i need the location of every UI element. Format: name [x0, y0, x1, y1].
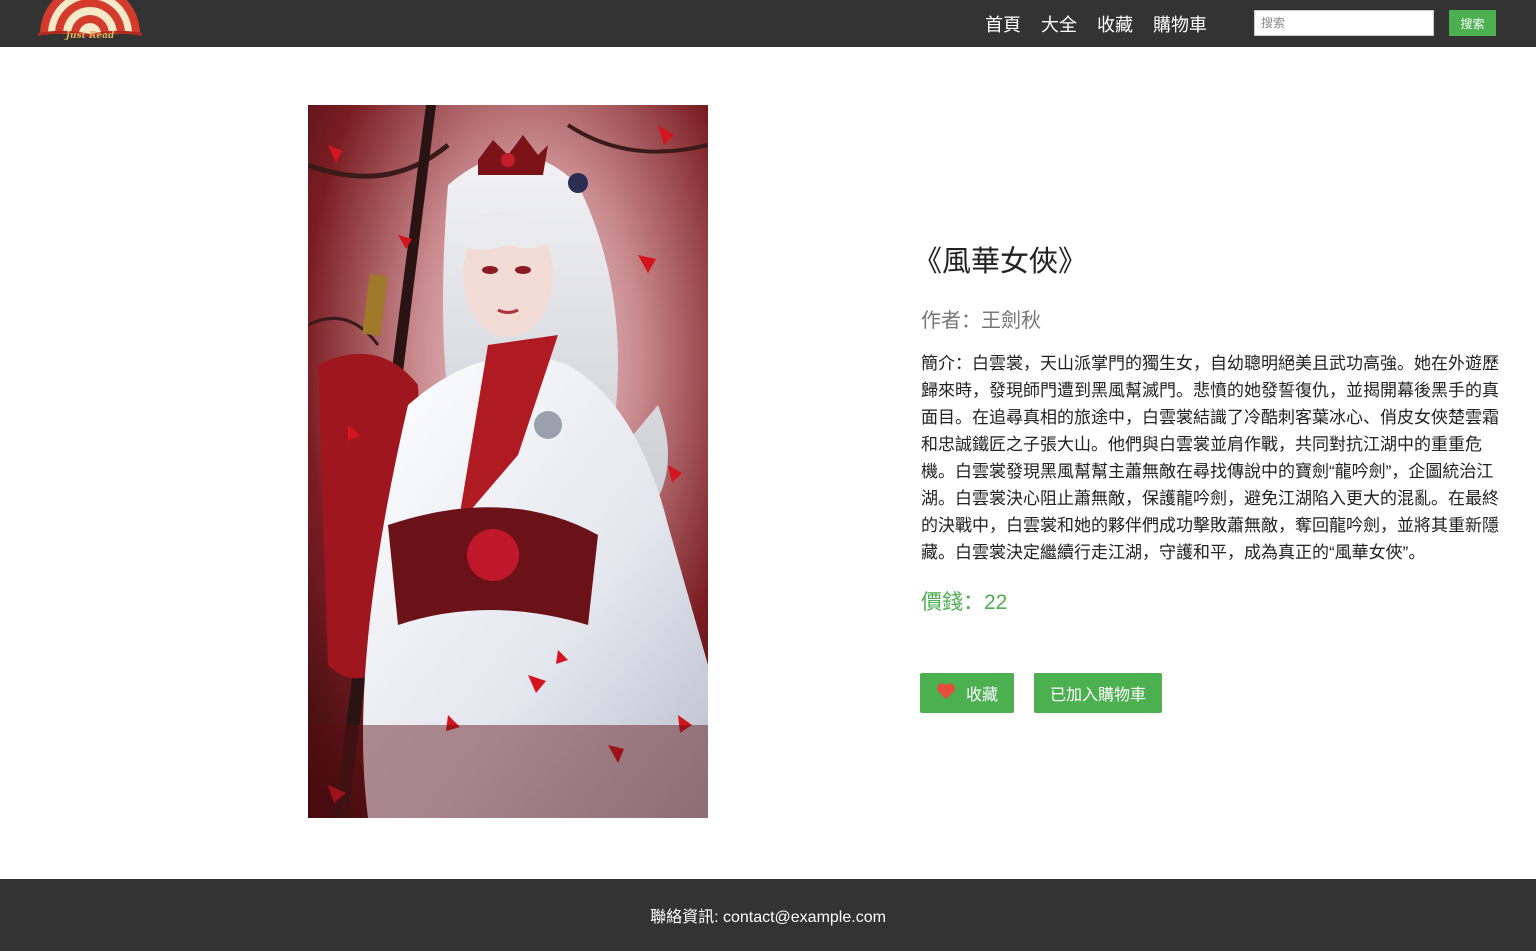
book-title: 《風華女俠》: [913, 246, 1088, 278]
top-navbar: Just Read 首頁 大全 收藏 購物車 搜索: [0, 0, 1536, 47]
favorite-button[interactable]: 收藏: [920, 673, 1014, 713]
logo-wordmark: Just Read: [65, 31, 115, 41]
site-footer: 聯絡資訊: contact@example.com: [0, 879, 1536, 951]
main-nav: 首頁 大全 收藏 購物車: [985, 0, 1227, 47]
book-summary: 簡介：白雲裳，天山派掌門的獨生女，自幼聰明絕美且武功高強。她在外遊歷歸來時，發現…: [921, 354, 1499, 562]
search-button[interactable]: 搜索: [1449, 10, 1496, 36]
nav-catalog[interactable]: 大全: [1041, 11, 1077, 37]
book-price: 價錢：22: [921, 591, 1008, 614]
favorite-button-label: 收藏: [965, 687, 998, 704]
book-author: 作者：王劍秋: [921, 310, 1041, 332]
nav-favorites[interactable]: 收藏: [1097, 11, 1133, 37]
footer-contact: 聯絡資訊: contact@example.com: [650, 909, 886, 926]
book-cover-image: [308, 105, 708, 818]
book-actions: 收藏 已加入購物車: [920, 673, 1162, 713]
heart-icon: [937, 683, 955, 700]
added-to-cart-button[interactable]: 已加入購物車: [1034, 673, 1162, 713]
nav-cart[interactable]: 購物車: [1153, 11, 1207, 37]
book-details: 《風華女俠》 作者：王劍秋 簡介：白雲裳，天山派掌門的獨生女，自幼聰明絕美且武功…: [913, 240, 1501, 618]
site-logo[interactable]: Just Read: [38, 0, 142, 46]
nav-home[interactable]: 首頁: [985, 11, 1021, 37]
search-input[interactable]: [1254, 10, 1434, 36]
